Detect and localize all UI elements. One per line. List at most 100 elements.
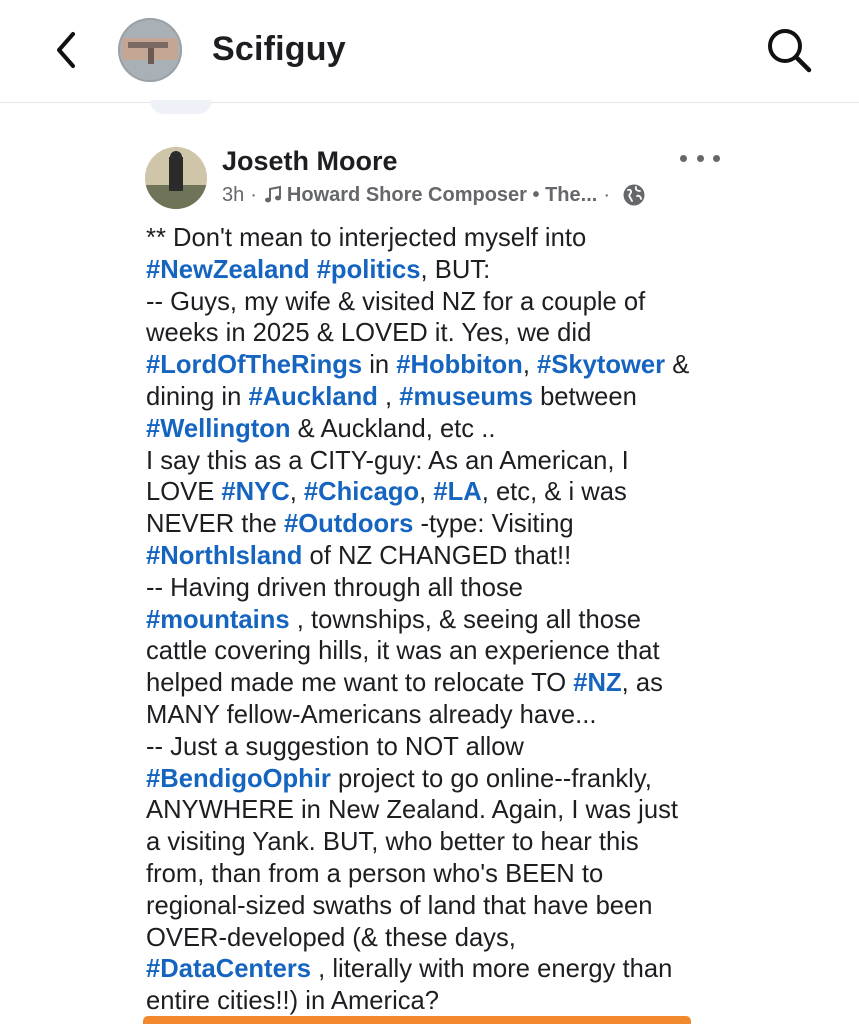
hashtag-link[interactable]: #Wellington [146,415,291,443]
post-body-line: regional-sized swaths of land that have … [146,891,846,923]
body-text-segment [310,256,317,284]
body-text-segment: in [362,351,397,380]
body-text-segment: regional-sized swaths of land that have … [146,891,653,920]
body-text-segment: of NZ CHANGED that!! [302,541,572,570]
bottom-accent-bar [143,1016,691,1024]
back-button[interactable] [44,28,88,72]
author-avatar[interactable] [145,147,207,209]
search-icon [768,29,812,73]
post-body-line: OVER-developed (& these days, [146,923,846,955]
post-music-label[interactable]: Howard Shore Composer • The... [287,184,597,207]
author-name[interactable]: Joseth Moore [222,146,398,177]
body-text-segment: , literally with more energy than [311,955,673,984]
more-dot [680,154,687,162]
hashtag-link[interactable]: #NewZealand [146,256,310,284]
more-dot [713,154,720,162]
hashtag-link[interactable]: #LA [433,478,481,506]
body-text-segment: & Auckland, etc .. [290,414,496,443]
hashtag-link[interactable]: #Outdoors [284,510,413,538]
meta-separator: · [250,183,257,206]
hashtag-link[interactable]: #mountains [146,606,290,634]
body-text-segment: , [419,478,434,507]
hashtag-link[interactable]: #NZ [573,669,621,697]
body-text-segment: , [522,351,538,380]
post-body-line: -- Having driven through all those [146,573,846,605]
body-text-segment: helped made me want to relocate TO [146,669,574,698]
hashtag-link[interactable]: #Chicago [304,478,419,506]
hashtag-link[interactable]: #museums [399,383,533,411]
hashtag-link[interactable]: #NorthIsland [146,542,302,570]
post-body-line: #BendigoOphir project to go online--fran… [146,764,846,796]
more-options-button[interactable] [680,148,720,168]
post-body-line: #Wellington & Auckland, etc .. [146,414,846,446]
body-text-segment: -- Having driven through all those [146,573,523,602]
post-body-line: I say this as a CITY-guy: As an American… [146,446,846,478]
body-text-segment: , as [621,669,663,698]
top-bar: Scifiguy [0,0,859,103]
body-text-segment: , [377,382,400,411]
post-body-line: helped made me want to relocate TO #NZ, … [146,668,846,700]
post-body-line: LOVE #NYC, #Chicago, #LA, etc, & i was [146,477,846,509]
hashtag-link[interactable]: #DataCenters [146,955,311,983]
hashtag-link[interactable]: #Skytower [537,351,665,379]
post-body-line: entire cities!!) in America? [146,986,846,1018]
hashtag-link[interactable]: #Hobbiton [396,351,523,379]
body-text-segment: entire cities!!) in America? [146,987,440,1016]
hashtag-link[interactable]: #LordOfTheRings [146,351,362,379]
post-body-line: a visiting Yank. BUT, who better to hear… [146,827,846,859]
music-note-icon [263,185,283,205]
post-body-line: -- Guys, my wife & visited NZ for a coup… [146,287,846,319]
hashtag-link[interactable]: #BendigoOphir [146,765,331,793]
meta-separator-2: · [603,183,610,206]
body-text-segment: -- Guys, my wife & visited NZ for a coup… [146,287,646,316]
body-text-segment: weeks in 2025 & LOVED it. Yes, we did [146,319,592,348]
body-text-segment: , townships, & seeing all those [289,605,642,634]
body-text-segment: between [532,382,637,411]
body-text-segment: , BUT: [420,255,491,284]
page-title: Scifiguy [212,30,346,68]
body-text-segment: & [665,351,690,380]
body-text-segment: , etc, & i was [481,478,627,507]
body-text-segment: OVER-developed (& these days, [146,923,516,952]
body-text-segment: a visiting Yank. BUT, who better to hear… [146,828,639,857]
post-body-line: weeks in 2025 & LOVED it. Yes, we did [146,318,846,350]
post-body-line: #NorthIsland of NZ CHANGED that!! [146,541,846,573]
hashtag-link[interactable]: #politics [317,256,421,284]
profile-avatar[interactable] [118,18,182,82]
post-body: ** Don't mean to interjected myself into… [146,223,846,1018]
post-body-line: #DataCenters , literally with more energ… [146,954,846,986]
post-body-line: #LordOfTheRings in #Hobbiton, #Skytower … [146,350,846,382]
post-body-line: dining in #Auckland , #museums between [146,382,846,414]
post-time[interactable]: 3h [222,184,244,207]
body-text-segment: project to go online--frankly, [330,764,652,793]
post-body-line: ANYWHERE in New Zealand. Again, I was ju… [146,795,846,827]
body-text-segment: MANY fellow-Americans already have... [146,700,597,729]
hashtag-link[interactable]: #NYC [221,478,289,506]
body-text-segment: cattle covering hills, it was an experie… [146,637,660,666]
post-body-line: #mountains , townships, & seeing all tho… [146,605,846,637]
body-text-segment: NEVER the [146,510,284,539]
search-button[interactable] [763,24,815,76]
more-dot [696,154,704,162]
body-text-segment: from, than from a person who's BEEN to [146,859,604,888]
body-text-segment: dining in [146,382,249,411]
body-text-segment: ** Don't mean to interjected myself into [146,224,587,252]
post-body-line: ** Don't mean to interjected myself into [146,223,846,255]
body-text-segment: -- Just a suggestion to NOT allow [146,732,524,761]
post-body-line: NEVER the #Outdoors -type: Visiting [146,509,846,541]
chevron-left-icon [57,32,75,68]
body-text-segment: LOVE [146,478,222,507]
body-text-segment: I say this as a CITY-guy: As an American… [146,446,629,475]
hashtag-link[interactable]: #Auckland [248,383,377,411]
body-text-segment: , [289,478,304,507]
body-text-segment: ANYWHERE in New Zealand. Again, I was ju… [146,796,678,825]
globe-icon [622,183,646,207]
post-body-line: -- Just a suggestion to NOT allow [146,732,846,764]
post-body-line: cattle covering hills, it was an experie… [146,636,846,668]
previous-item-edge [150,100,212,114]
body-text-segment: -type: Visiting [413,510,574,539]
post-meta: 3h · Howard Shore Composer • The... · [222,183,646,207]
post-body-line: MANY fellow-Americans already have... [146,700,846,732]
post-body-line: from, than from a person who's BEEN to [146,859,846,891]
post-body-line: #NewZealand #politics, BUT: [146,255,846,287]
